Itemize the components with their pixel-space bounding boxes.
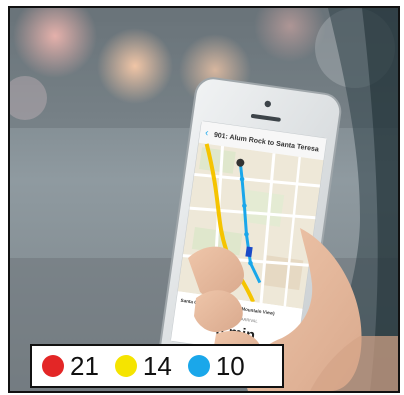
legend-count-blue: 10 — [215, 350, 245, 381]
yellow-dot-icon — [114, 355, 137, 377]
photo: 901: Alum Rock to Santa Teresa ‹ Santa R… — [10, 8, 398, 391]
legend-item-blue: 10 — [187, 350, 245, 382]
red-dot-icon — [42, 355, 64, 377]
blue-dot-icon — [187, 355, 210, 377]
legend-item-red: 21 — [42, 351, 99, 382]
legend-box: 21 14 10 — [30, 344, 284, 388]
photo-frame: 901: Alum Rock to Santa Teresa ‹ Santa R… — [8, 6, 400, 393]
legend-count-yellow: 14 — [142, 350, 172, 381]
legend-item-yellow: 14 — [114, 350, 172, 382]
legend-count-red: 21 — [70, 350, 99, 381]
